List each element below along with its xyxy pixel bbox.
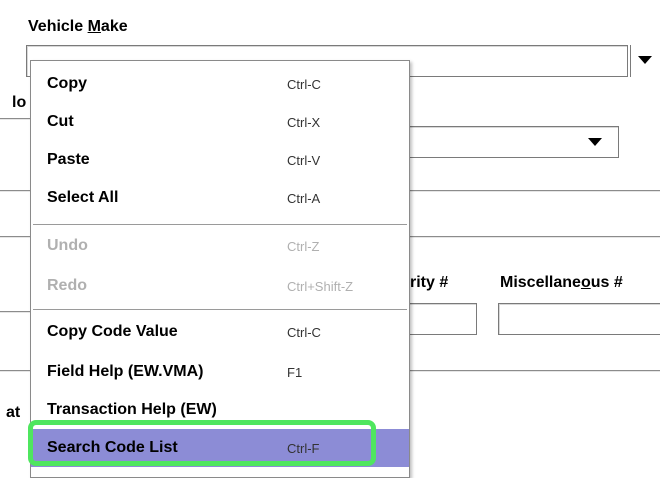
menu-item-shortcut: Ctrl-X: [287, 115, 321, 130]
menu-item-label: Undo: [47, 237, 88, 254]
bottom-label-fragment: at: [6, 404, 21, 421]
menu-item-label: Transaction Help (EW): [47, 401, 217, 418]
menu-item-label: Search Code List: [47, 439, 178, 456]
menu-item-shortcut: Ctrl-C: [287, 325, 321, 340]
menu-item-paste[interactable]: Paste Ctrl-V: [31, 141, 409, 181]
menu-item-undo: Undo Ctrl-Z: [31, 227, 409, 267]
menu-separator: [33, 309, 407, 310]
menu-item-select-all[interactable]: Select All Ctrl-A: [31, 179, 409, 219]
divider-line: [0, 118, 30, 120]
miscellaneous-number-input[interactable]: [498, 303, 660, 335]
menu-item-label: Redo: [47, 277, 87, 294]
vehicle-make-label: Vehicle Make: [28, 18, 128, 36]
menu-item-shortcut: Ctrl-C: [287, 77, 321, 92]
misc-label-text-end: us #: [590, 274, 623, 291]
menu-item-shortcut: Ctrl-V: [287, 153, 321, 168]
menu-separator: [33, 224, 407, 225]
menu-item-redo: Redo Ctrl+Shift-Z: [31, 267, 409, 307]
menu-item-copy-code-value[interactable]: Copy Code Value Ctrl-C: [31, 313, 409, 353]
menu-item-shortcut: Ctrl-A: [287, 191, 321, 206]
misc-label-text: Miscellane: [500, 274, 581, 291]
context-menu: Copy Ctrl-C Cut Ctrl-X Paste Ctrl-V Sele…: [30, 60, 410, 478]
menu-item-field-help[interactable]: Field Help (EW.VMA) F1: [31, 353, 409, 393]
miscellaneous-number-label: Miscellaneous #: [500, 274, 623, 292]
security-number-input[interactable]: [408, 303, 477, 335]
vehicle-make-label-text: Vehicle: [28, 18, 88, 35]
menu-item-label: Copy Code Value: [47, 323, 178, 340]
menu-item-transaction-help[interactable]: Transaction Help (EW): [31, 391, 409, 431]
menu-item-shortcut: Ctrl-Z: [287, 239, 320, 254]
menu-item-label: Paste: [47, 151, 90, 168]
vehicle-make-dropdown-separator: [630, 45, 632, 77]
menu-item-shortcut: F1: [287, 365, 303, 380]
vehicle-make-label-mnemonic: M: [87, 18, 101, 35]
vehicle-make-dropdown-arrow-icon[interactable]: [638, 56, 652, 64]
left-divider-1: [0, 311, 30, 313]
menu-item-cut[interactable]: Cut Ctrl-X: [31, 103, 409, 143]
menu-item-shortcut: Ctrl-F: [287, 441, 320, 456]
vehicle-make-label-text-end: ake: [100, 18, 128, 35]
security-number-label: rity #: [410, 274, 449, 291]
secondary-select-arrow-icon[interactable]: [588, 138, 602, 146]
menu-item-search-code-list[interactable]: Search Code List Ctrl-F: [31, 429, 409, 467]
model-label-fragment: lo: [12, 94, 27, 111]
menu-item-shortcut: Ctrl+Shift-Z: [287, 279, 354, 294]
menu-item-label: Field Help (EW.VMA): [47, 363, 204, 380]
menu-item-label: Select All: [47, 189, 119, 206]
menu-item-label: Cut: [47, 113, 74, 130]
menu-item-label: Copy: [47, 75, 87, 92]
menu-item-copy[interactable]: Copy Ctrl-C: [31, 65, 409, 105]
misc-label-mnemonic: o: [580, 274, 591, 291]
